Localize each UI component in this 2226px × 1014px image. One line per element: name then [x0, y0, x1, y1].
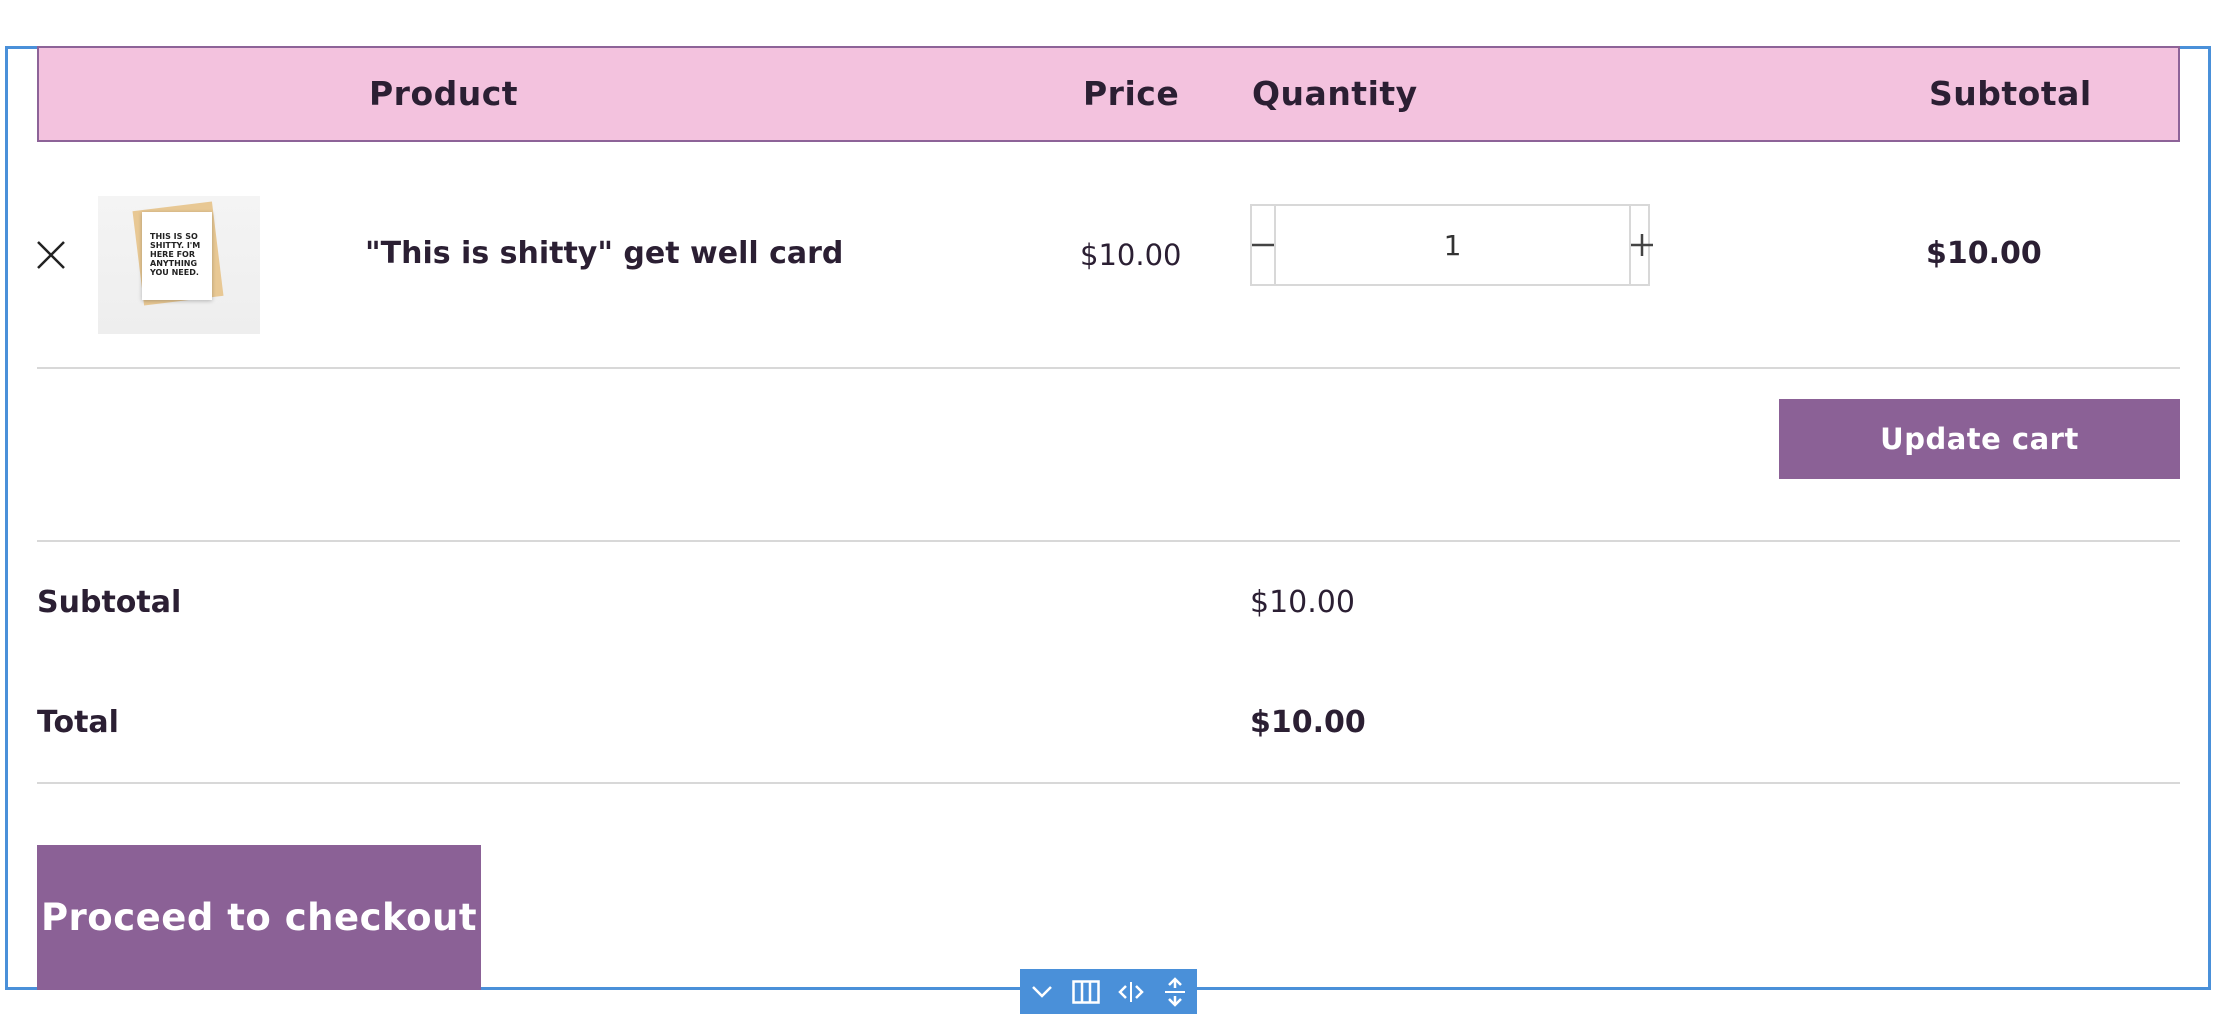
quantity-stepper [1250, 204, 1653, 286]
cart-table-header: Product Price Quantity Subtotal [37, 46, 2180, 142]
row-subtotal: $10.00 [1926, 236, 2042, 271]
divider [37, 540, 2180, 542]
update-cart-button[interactable]: Update cart [1779, 399, 2180, 479]
card-graphic: THIS IS SO SHITTY. I'M HERE FOR ANYTHING… [142, 212, 212, 300]
resize-horizontal-icon[interactable] [1113, 974, 1149, 1010]
divider [37, 782, 2180, 784]
product-name-link[interactable]: "This is shitty" get well card [365, 236, 843, 271]
totals-subtotal-label: Subtotal [37, 585, 182, 620]
block-editor-toolbar [1020, 969, 1197, 1014]
header-quantity: Quantity [1252, 74, 1418, 113]
totals-total-label: Total [37, 705, 119, 740]
increase-quantity-button[interactable] [1629, 206, 1653, 284]
totals-subtotal-value: $10.00 [1250, 585, 1355, 620]
quantity-input[interactable] [1276, 206, 1629, 284]
product-thumbnail[interactable]: THIS IS SO SHITTY. I'M HERE FOR ANYTHING… [98, 196, 260, 334]
chevron-down-icon[interactable] [1024, 974, 1060, 1010]
header-price: Price [1083, 74, 1180, 113]
divider [37, 367, 2180, 369]
totals-total-value: $10.00 [1250, 705, 1366, 740]
columns-icon[interactable] [1068, 974, 1104, 1010]
header-subtotal: Subtotal [1929, 74, 2092, 113]
close-x-icon[interactable] [36, 240, 66, 270]
header-product: Product [369, 74, 519, 113]
resize-vertical-icon[interactable] [1157, 974, 1193, 1010]
product-price: $10.00 [1080, 238, 1182, 272]
proceed-to-checkout-button[interactable]: Proceed to checkout [37, 845, 481, 990]
decrease-quantity-button[interactable] [1252, 206, 1276, 284]
